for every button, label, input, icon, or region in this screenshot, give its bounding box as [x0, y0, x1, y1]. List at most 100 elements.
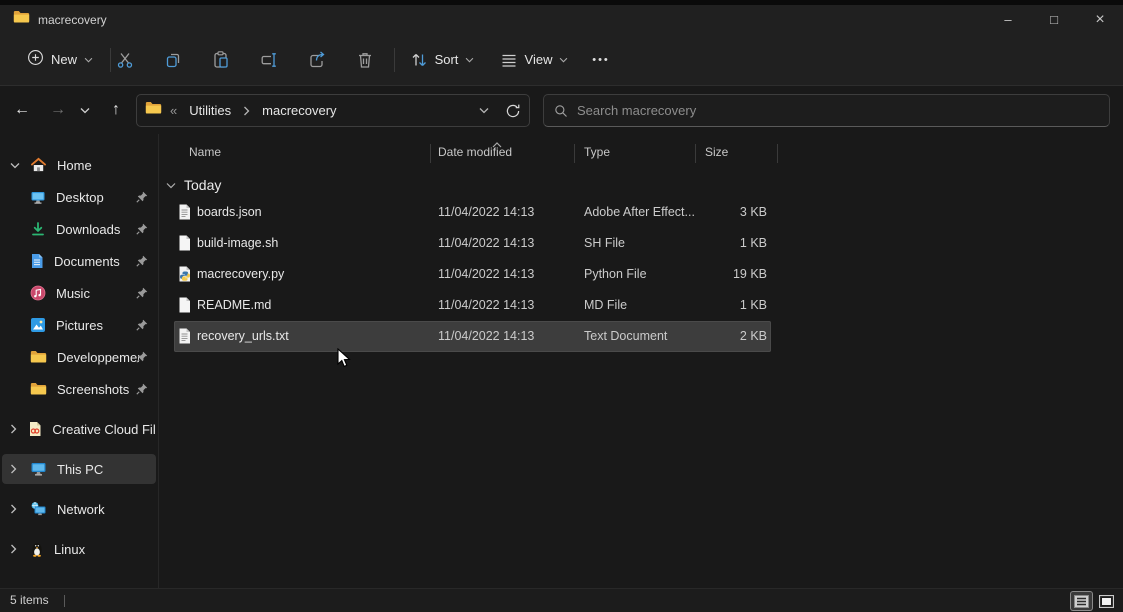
- rename-icon: [259, 50, 279, 70]
- main-area: Home Desktop: [0, 134, 1123, 588]
- cut-icon: [115, 50, 135, 70]
- maximize-button[interactable]: □: [1031, 5, 1077, 34]
- status-bar: 5 items: [0, 588, 1123, 612]
- chevron-right-icon[interactable]: [10, 504, 24, 514]
- column-header-size[interactable]: Size: [705, 145, 728, 159]
- thumbnail-view-icon: [1099, 595, 1114, 608]
- sidebar-item-this-pc[interactable]: This PC: [2, 454, 156, 484]
- sidebar-item-downloads[interactable]: Downloads: [2, 214, 156, 244]
- folder-tab[interactable]: macrecovery: [13, 5, 107, 34]
- music-icon: [30, 285, 46, 301]
- column-header-type[interactable]: Type: [584, 145, 610, 159]
- sidebar-item-documents[interactable]: Documents: [2, 246, 156, 276]
- thumbnail-view-button[interactable]: [1096, 592, 1117, 610]
- chevron-right-icon[interactable]: [10, 424, 22, 434]
- file-type: MD File: [584, 298, 627, 312]
- sort-button-label: Sort: [435, 52, 459, 67]
- sidebar-item-screenshots[interactable]: Screenshots: [2, 374, 156, 404]
- creative-cloud-icon: [28, 421, 42, 437]
- copy-button[interactable]: [154, 43, 192, 77]
- minimize-button[interactable]: –: [985, 5, 1031, 34]
- chevron-down-icon: [80, 107, 90, 114]
- refresh-icon[interactable]: [505, 103, 521, 119]
- breadcrumb-chevron-icon: [243, 106, 250, 116]
- file-row-recovery-urls-txt[interactable]: recovery_urls.txt 11/04/2022 14:13 Text …: [174, 321, 771, 352]
- column-separator[interactable]: [777, 144, 778, 163]
- sidebar-item-music[interactable]: Music: [2, 278, 156, 308]
- search-input[interactable]: [577, 103, 1099, 118]
- share-icon: [307, 50, 327, 70]
- column-separator[interactable]: [695, 144, 696, 163]
- view-icon: [500, 51, 518, 69]
- chevron-down-icon: [559, 57, 568, 63]
- group-label: Today: [184, 177, 221, 193]
- pin-icon: [136, 319, 148, 331]
- sidebar-item-pictures[interactable]: Pictures: [2, 310, 156, 340]
- file-name: build-image.sh: [197, 236, 278, 250]
- cut-button[interactable]: [106, 43, 144, 77]
- sidebar-item-linux[interactable]: Linux: [2, 534, 156, 564]
- sidebar-item-label: Screenshots: [57, 382, 129, 397]
- breadcrumb-utilities[interactable]: Utilities: [185, 101, 235, 120]
- close-button[interactable]: ×: [1077, 5, 1123, 34]
- file-date: 11/04/2022 14:13: [438, 329, 534, 343]
- address-dropdown-icon[interactable]: [479, 107, 489, 114]
- file-explorer-window: macrecovery – □ × New: [0, 0, 1123, 612]
- address-bar[interactable]: « Utilities macrecovery: [136, 94, 530, 127]
- chevron-down-icon[interactable]: [10, 162, 24, 169]
- chevron-down-icon: [84, 57, 93, 63]
- sort-icon: [410, 51, 428, 69]
- view-button[interactable]: View: [492, 43, 576, 77]
- sidebar-item-label: Downloads: [56, 222, 120, 237]
- breadcrumb-macrecovery[interactable]: macrecovery: [258, 101, 340, 120]
- pin-icon: [136, 191, 148, 203]
- chevron-right-icon[interactable]: [10, 544, 24, 554]
- sidebar-item-label: Music: [56, 286, 90, 301]
- file-size: 3 KB: [705, 205, 767, 219]
- details-view-button[interactable]: [1071, 592, 1092, 610]
- copy-icon: [163, 50, 183, 70]
- file-row-macrecovery-py[interactable]: macrecovery.py 11/04/2022 14:13 Python F…: [174, 259, 771, 290]
- file-size: 19 KB: [705, 267, 767, 281]
- document-icon: [178, 297, 191, 313]
- search-box[interactable]: [543, 94, 1110, 127]
- folder-icon: [30, 382, 47, 396]
- file-type: Python File: [584, 267, 647, 281]
- back-button[interactable]: ←: [6, 94, 38, 126]
- sidebar-item-home[interactable]: Home: [2, 150, 156, 180]
- pin-icon: [136, 383, 148, 395]
- chevron-right-icon[interactable]: [10, 464, 24, 474]
- this-pc-icon: [30, 461, 47, 477]
- column-separator[interactable]: [430, 144, 431, 163]
- paste-button[interactable]: [202, 43, 240, 77]
- view-toggles: [1071, 592, 1117, 610]
- column-headers: Name Date modified Type Size: [159, 140, 1123, 166]
- breadcrumb-collapse-icon[interactable]: «: [170, 103, 177, 118]
- sidebar-item-label: Linux: [54, 542, 85, 557]
- delete-button[interactable]: [346, 43, 384, 77]
- sidebar-item-desktop[interactable]: Desktop: [2, 182, 156, 212]
- column-separator[interactable]: [574, 144, 575, 163]
- file-row-build-image-sh[interactable]: build-image.sh 11/04/2022 14:13 SH File …: [174, 228, 771, 259]
- rename-button[interactable]: [250, 43, 288, 77]
- text-document-icon: [178, 328, 191, 344]
- folder-icon: [13, 10, 30, 29]
- more-options-button[interactable]: •••: [584, 43, 618, 77]
- file-name: macrecovery.py: [197, 267, 284, 281]
- new-button[interactable]: New: [18, 43, 102, 77]
- up-button[interactable]: ↑: [100, 94, 132, 126]
- group-header-today[interactable]: Today: [166, 172, 221, 198]
- file-row-readme-md[interactable]: README.md 11/04/2022 14:13 MD File 1 KB: [174, 290, 771, 321]
- sidebar-item-network[interactable]: Network: [2, 494, 156, 524]
- file-size: 2 KB: [705, 329, 767, 343]
- home-icon: [30, 157, 47, 173]
- sidebar-item-creative-cloud-files[interactable]: Creative Cloud Files: [2, 414, 156, 444]
- forward-button[interactable]: →: [42, 94, 74, 126]
- column-header-name[interactable]: Name: [189, 145, 221, 159]
- sidebar-item-developpement[interactable]: Developpement: [2, 342, 156, 372]
- recent-locations-button[interactable]: [72, 94, 98, 126]
- share-button[interactable]: [298, 43, 336, 77]
- file-name: recovery_urls.txt: [197, 329, 289, 343]
- file-row-boards-json[interactable]: boards.json 11/04/2022 14:13 Adobe After…: [174, 197, 771, 228]
- sort-button[interactable]: Sort: [402, 43, 482, 77]
